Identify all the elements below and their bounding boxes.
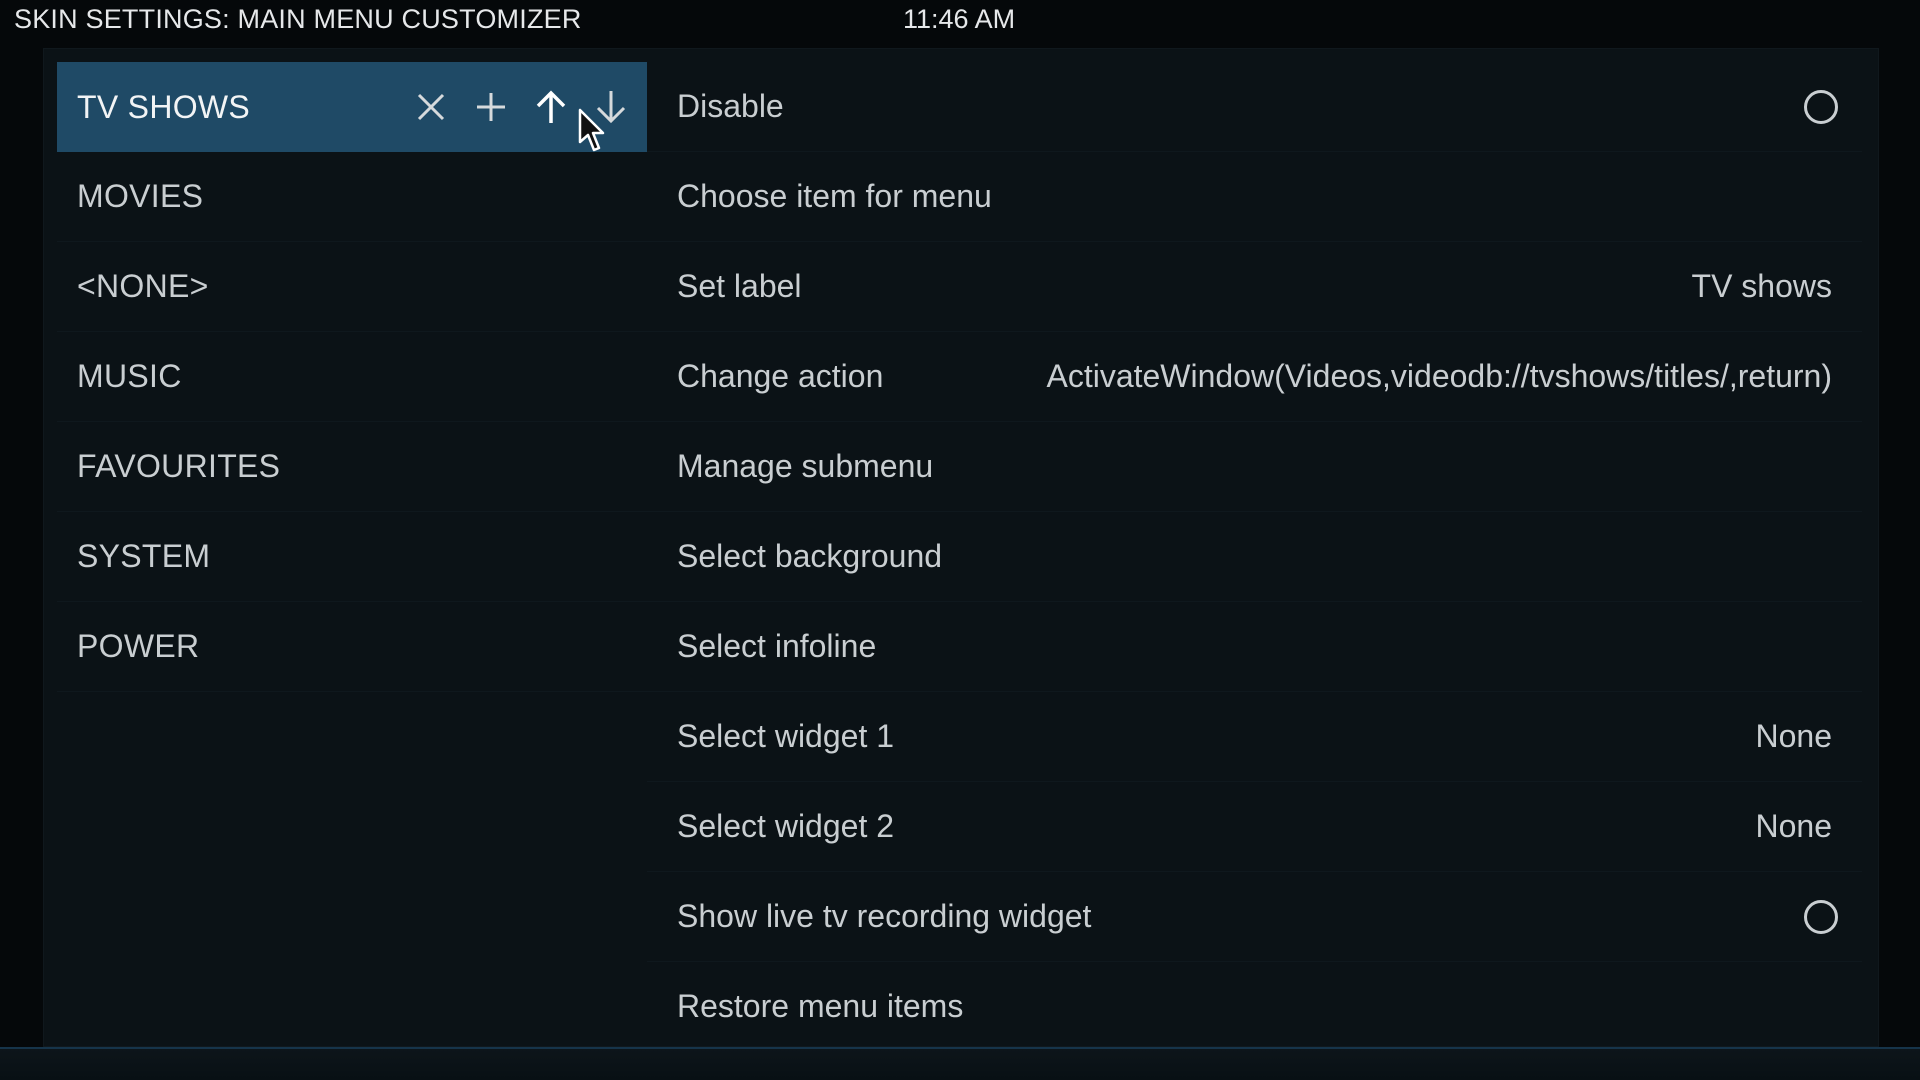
option-label: Change action (677, 358, 884, 394)
close-icon (417, 93, 445, 121)
option-select-widget-2[interactable]: Select widget 2 None (647, 782, 1862, 872)
main-menu-list: TV SHOWS MOVIES <NONE> MUSIC FAVOURITES … (57, 62, 647, 692)
option-select-widget-1[interactable]: Select widget 1 None (647, 692, 1862, 782)
menu-item-label: <NONE> (77, 268, 209, 304)
mouse-pointer-icon (578, 108, 605, 152)
menu-item-label: TV SHOWS (77, 88, 251, 125)
arrow-up-icon (536, 90, 566, 123)
menu-item-movies[interactable]: MOVIES (57, 152, 647, 242)
move-up-button[interactable] (521, 77, 581, 137)
option-label: Select widget 1 (677, 718, 895, 754)
menu-item-label: MOVIES (77, 178, 204, 214)
clock: 11:46 AM (903, 4, 1016, 34)
top-bar: SKIN SETTINGS: MAIN MENU CUSTOMIZER 11:4… (0, 0, 1920, 40)
menu-item-system[interactable]: SYSTEM (57, 512, 647, 602)
menu-item-none[interactable]: <NONE> (57, 242, 647, 332)
bottom-bar (0, 1047, 1920, 1080)
option-label: Select widget 2 (677, 808, 895, 844)
option-label: Restore menu items (677, 988, 964, 1024)
option-label: Disable (677, 88, 784, 124)
window-title: SKIN SETTINGS: MAIN MENU CUSTOMIZER (14, 4, 582, 34)
option-set-label[interactable]: Set label TV shows (647, 242, 1862, 332)
option-label: Select background (677, 538, 943, 574)
option-live-tv-widget[interactable]: Show live tv recording widget (647, 872, 1862, 962)
radio-off-icon[interactable] (1804, 89, 1838, 124)
menu-item-favourites[interactable]: FAVOURITES (57, 422, 647, 512)
option-manage-submenu[interactable]: Manage submenu (647, 422, 1862, 512)
menu-item-label: POWER (77, 628, 200, 664)
menu-item-label: MUSIC (77, 358, 182, 394)
add-item-button[interactable] (461, 77, 521, 137)
option-restore-menu-items[interactable]: Restore menu items (647, 962, 1862, 1052)
menu-item-label: SYSTEM (77, 538, 211, 574)
menu-item-music[interactable]: MUSIC (57, 332, 647, 422)
option-change-action[interactable]: Change action ActivateWindow(Videos,vide… (647, 332, 1862, 422)
option-value: None (1755, 718, 1833, 754)
menu-item-tv-shows[interactable]: TV SHOWS (57, 62, 647, 152)
option-select-background[interactable]: Select background (647, 512, 1862, 602)
option-value: TV shows (1691, 268, 1832, 304)
option-label: Show live tv recording widget (677, 898, 1092, 934)
option-choose-item[interactable]: Choose item for menu (647, 152, 1862, 242)
option-disable[interactable]: Disable (647, 62, 1862, 152)
plus-icon (477, 93, 505, 121)
radio-off-icon[interactable] (1804, 899, 1838, 934)
option-value: ActivateWindow(Videos,videodb://tvshows/… (1046, 358, 1832, 394)
option-label: Choose item for menu (677, 178, 992, 214)
menu-item-label: FAVOURITES (77, 448, 281, 484)
menu-item-power[interactable]: POWER (57, 602, 647, 692)
option-select-infoline[interactable]: Select infoline (647, 602, 1862, 692)
option-label: Manage submenu (677, 448, 934, 484)
remove-item-button[interactable] (401, 77, 461, 137)
option-value: None (1755, 808, 1833, 844)
options-list: Disable Choose item for menu Set label T… (647, 62, 1862, 1052)
option-label: Select infoline (677, 628, 877, 664)
option-label: Set label (677, 268, 802, 304)
